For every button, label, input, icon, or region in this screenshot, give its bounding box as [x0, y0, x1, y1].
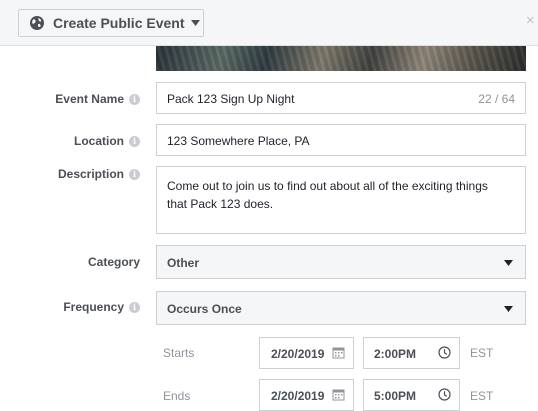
end-date-input[interactable]: 2/20/2019 — [259, 379, 354, 411]
event-name-label: Event Name i — [55, 92, 140, 106]
calendar-icon — [332, 346, 345, 359]
frequency-label: Frequency i — [63, 300, 140, 314]
location-input[interactable]: 123 Somewhere Place, PA — [156, 124, 526, 156]
cover-photo — [156, 46, 526, 71]
privacy-label: Create Public Event — [53, 15, 185, 31]
privacy-dropdown-button[interactable]: Create Public Event — [18, 9, 204, 37]
category-select[interactable]: Other — [156, 245, 526, 279]
clock-icon — [438, 388, 451, 401]
info-icon[interactable]: i — [129, 301, 140, 313]
chevron-down-icon — [504, 260, 513, 266]
character-counter: 22 / 64 — [478, 92, 515, 106]
dialog-header: Create Public Event × — [0, 0, 538, 46]
info-icon[interactable]: i — [129, 93, 140, 105]
start-time-input[interactable]: 2:00PM — [363, 337, 460, 369]
calendar-icon — [332, 388, 345, 401]
chevron-down-icon — [504, 306, 513, 312]
close-icon[interactable]: × — [526, 13, 535, 28]
category-label: Category — [87, 255, 140, 269]
chevron-down-icon — [190, 20, 200, 26]
end-time-input[interactable]: 5:00PM — [363, 379, 460, 411]
description-label: Description i — [58, 167, 140, 181]
frequency-select[interactable]: Occurs Once — [156, 291, 526, 325]
start-timezone: EST — [470, 346, 494, 360]
starts-label: Starts — [163, 346, 195, 360]
globe-icon — [29, 15, 45, 31]
description-textarea[interactable]: Come out to join us to find out about al… — [156, 166, 526, 234]
info-icon[interactable]: i — [129, 168, 140, 180]
clock-icon — [438, 346, 451, 359]
start-date-input[interactable]: 2/20/2019 — [259, 337, 354, 369]
event-name-input[interactable]: Pack 123 Sign Up Night 22 / 64 — [156, 82, 526, 114]
ends-label: Ends — [163, 389, 191, 403]
info-icon[interactable]: i — [129, 135, 140, 147]
location-label: Location i — [74, 134, 140, 148]
end-timezone: EST — [470, 389, 494, 403]
